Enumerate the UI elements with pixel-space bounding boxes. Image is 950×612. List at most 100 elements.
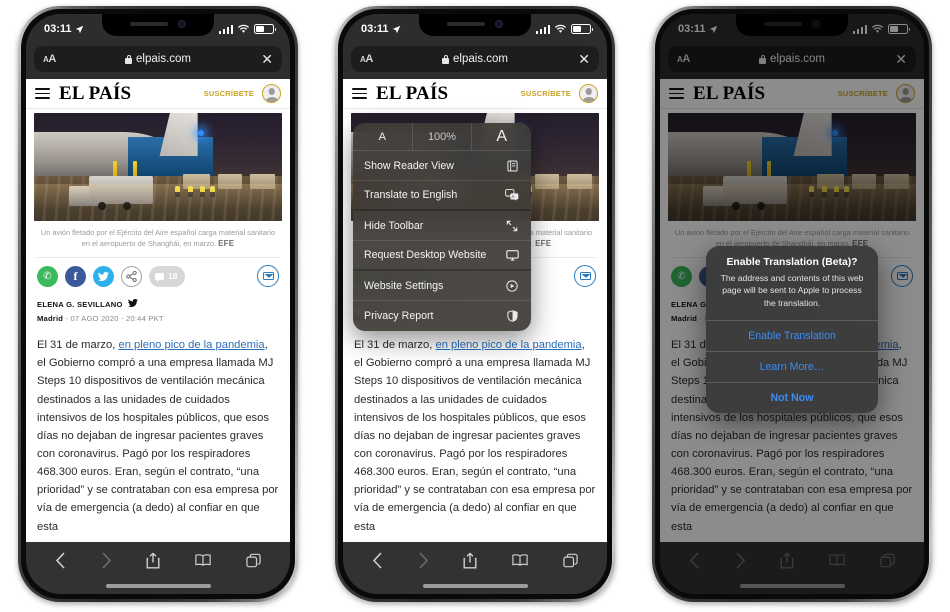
svg-text:A: A [512, 194, 515, 199]
lock-icon [125, 54, 133, 64]
menu-item-show-reader-view[interactable]: Show Reader View [353, 151, 531, 181]
bookmarks-icon[interactable] [512, 553, 528, 567]
web-page-content: EL PAÍS SUSCRÍBETE [26, 79, 290, 542]
tabs-icon[interactable] [563, 553, 578, 568]
safari-url-bar[interactable]: AA elpais.com ✕ [34, 46, 282, 72]
share-icon[interactable] [146, 552, 160, 569]
stop-reload-close-icon[interactable]: ✕ [578, 52, 590, 66]
dateline-date: - 07 AGO 2020 - 20:44 PKT [65, 314, 164, 324]
back-icon[interactable] [372, 551, 383, 569]
share-nodes-icon[interactable] [121, 265, 142, 287]
comment-count-badge[interactable]: 18 [149, 265, 186, 287]
whatsapp-icon[interactable]: ✆ [37, 265, 58, 287]
current-zoom-level[interactable]: 100% [411, 123, 473, 150]
hamburger-icon[interactable] [35, 88, 50, 99]
location-arrow-icon [75, 25, 83, 33]
email-icon[interactable] [574, 265, 596, 288]
email-icon[interactable] [257, 265, 279, 288]
menu-item-request-desktop-website[interactable]: Request Desktop Website [353, 241, 531, 271]
menu-item-translate-to-english[interactable]: Translate to English A [353, 181, 531, 211]
home-indicator[interactable] [105, 584, 211, 588]
safari-aa-menu: A 100% A Show Reader View Translate to E… [353, 123, 531, 331]
body-inline-link[interactable]: en pleno pico de la pandemia [435, 339, 581, 351]
battery-icon [254, 24, 277, 34]
phone-bezel: 03:11 AA elpais.com ✕ EL PAÍS SUSCRÍBETE… [18, 6, 298, 602]
menu-item-label: Website Settings [364, 279, 444, 292]
account-avatar[interactable] [262, 84, 281, 103]
phone-screen: 03:11 AA elpais.com ✕ EL PAÍS SUSCRÍBETE… [343, 14, 607, 594]
reader-view-icon [504, 159, 520, 172]
site-brand[interactable]: EL PAÍS [376, 83, 448, 105]
text-size-button[interactable]: AA [360, 53, 373, 65]
menu-item-website-settings[interactable]: Website Settings [353, 271, 531, 301]
alert-message: The address and contents of this web pag… [720, 273, 864, 308]
menu-item-privacy-report[interactable]: Privacy Report [353, 301, 531, 331]
article-body: El 31 de marzo, en pleno pico de la pand… [343, 323, 607, 536]
home-indicator[interactable] [422, 584, 528, 588]
cellular-bars-icon [535, 24, 550, 34]
translate-icon: A [504, 189, 520, 201]
status-time: 03:11 [44, 23, 72, 35]
phone-bezel: 03:11 AA elpais.com ✕ EL PAÍS SUSCRÍBETE… [335, 6, 615, 602]
tabs-icon[interactable] [246, 553, 261, 568]
enable-translation-button[interactable]: Enable Translation [706, 320, 878, 351]
not-now-button[interactable]: Not Now [706, 382, 878, 413]
facebook-icon[interactable]: f [65, 265, 86, 287]
stop-reload-close-icon[interactable]: ✕ [261, 52, 273, 66]
caption-text: Un avión fletado por el Ejército del Air… [40, 228, 276, 249]
menu-item-label: Hide Toolbar [364, 219, 424, 232]
learn-more-button[interactable]: Learn More… [706, 351, 878, 382]
bookmarks-icon[interactable] [195, 553, 211, 567]
url-display: elpais.com [351, 53, 599, 65]
location-arrow-icon [392, 25, 400, 33]
safari-url-bar[interactable]: AA elpais.com ✕ [351, 46, 599, 72]
web-page-content: EL PAÍS SUSCRÍBETE [343, 79, 607, 542]
lock-icon [442, 54, 450, 64]
status-time: 03:11 [361, 23, 389, 35]
phone-bezel: 03:11 AA elpais.com ✕ EL PAÍS SUSCRÍBETE… [652, 6, 932, 602]
twitter-icon[interactable] [93, 265, 114, 287]
text-size-button[interactable]: AA [43, 53, 56, 65]
author-name-row: ELENA G. SEVILLANO [37, 299, 279, 309]
privacy-report-icon [504, 310, 520, 322]
body-text-start: El 31 de marzo, [37, 339, 119, 352]
menu-item-label: Show Reader View [364, 159, 454, 172]
decrease-text-size-button[interactable]: A [353, 123, 412, 150]
menu-item-hide-toolbar[interactable]: Hide Toolbar [353, 211, 531, 241]
share-icon[interactable] [463, 552, 477, 569]
phone-2-aa-menu-open: 03:11 AA elpais.com ✕ EL PAÍS SUSCRÍBETE… [325, 0, 625, 612]
account-avatar[interactable] [579, 84, 598, 103]
earpiece-speaker [447, 22, 485, 26]
subscribe-link[interactable]: SUSCRÍBETE [521, 89, 571, 98]
safari-bottom-toolbar [26, 542, 290, 578]
share-row: ✆ f 18 [26, 258, 290, 288]
back-icon[interactable] [55, 551, 66, 569]
article-hero-image [34, 113, 282, 221]
twitter-bird-icon[interactable] [127, 299, 138, 309]
enable-translation-alert: Enable Translation (Beta)? The address a… [706, 246, 878, 414]
site-brand[interactable]: EL PAÍS [59, 83, 131, 105]
safari-url-bar-container: AA elpais.com ✕ [343, 44, 607, 79]
phone-inner-frame: 03:11 AA elpais.com ✕ EL PAÍS SUSCRÍBETE… [21, 9, 295, 599]
body-inline-link[interactable]: en pleno pico de la pandemia [118, 339, 264, 351]
menu-item-label: Privacy Report [364, 310, 434, 322]
hamburger-icon[interactable] [352, 88, 367, 99]
phone-1-article-view: 03:11 AA elpais.com ✕ EL PAÍS SUSCRÍBETE… [8, 0, 308, 612]
body-text-start: El 31 de marzo, [354, 339, 436, 352]
safari-url-bar-container: AA elpais.com ✕ [26, 44, 290, 79]
subscribe-link[interactable]: SUSCRÍBETE [204, 89, 254, 98]
battery-icon [571, 24, 594, 34]
status-bar: 03:11 [343, 14, 607, 44]
increase-text-size-button[interactable]: A [472, 123, 531, 150]
home-indicator-area [343, 578, 607, 594]
home-indicator-area [26, 578, 290, 594]
url-text: elpais.com [453, 53, 508, 65]
text-zoom-row: A 100% A [353, 123, 531, 151]
phone-screen: 03:11 AA elpais.com ✕ EL PAÍS SUSCRÍBETE… [660, 14, 924, 594]
dateline: Madrid - 07 AGO 2020 - 20:44 PKT [37, 314, 279, 323]
safari-bottom-toolbar [343, 542, 607, 578]
image-caption: Un avión fletado por el Ejército del Air… [36, 227, 280, 250]
forward-icon [418, 551, 429, 569]
alert-title: Enable Translation (Beta)? [726, 257, 858, 268]
author-name: ELENA G. SEVILLANO [37, 299, 123, 309]
